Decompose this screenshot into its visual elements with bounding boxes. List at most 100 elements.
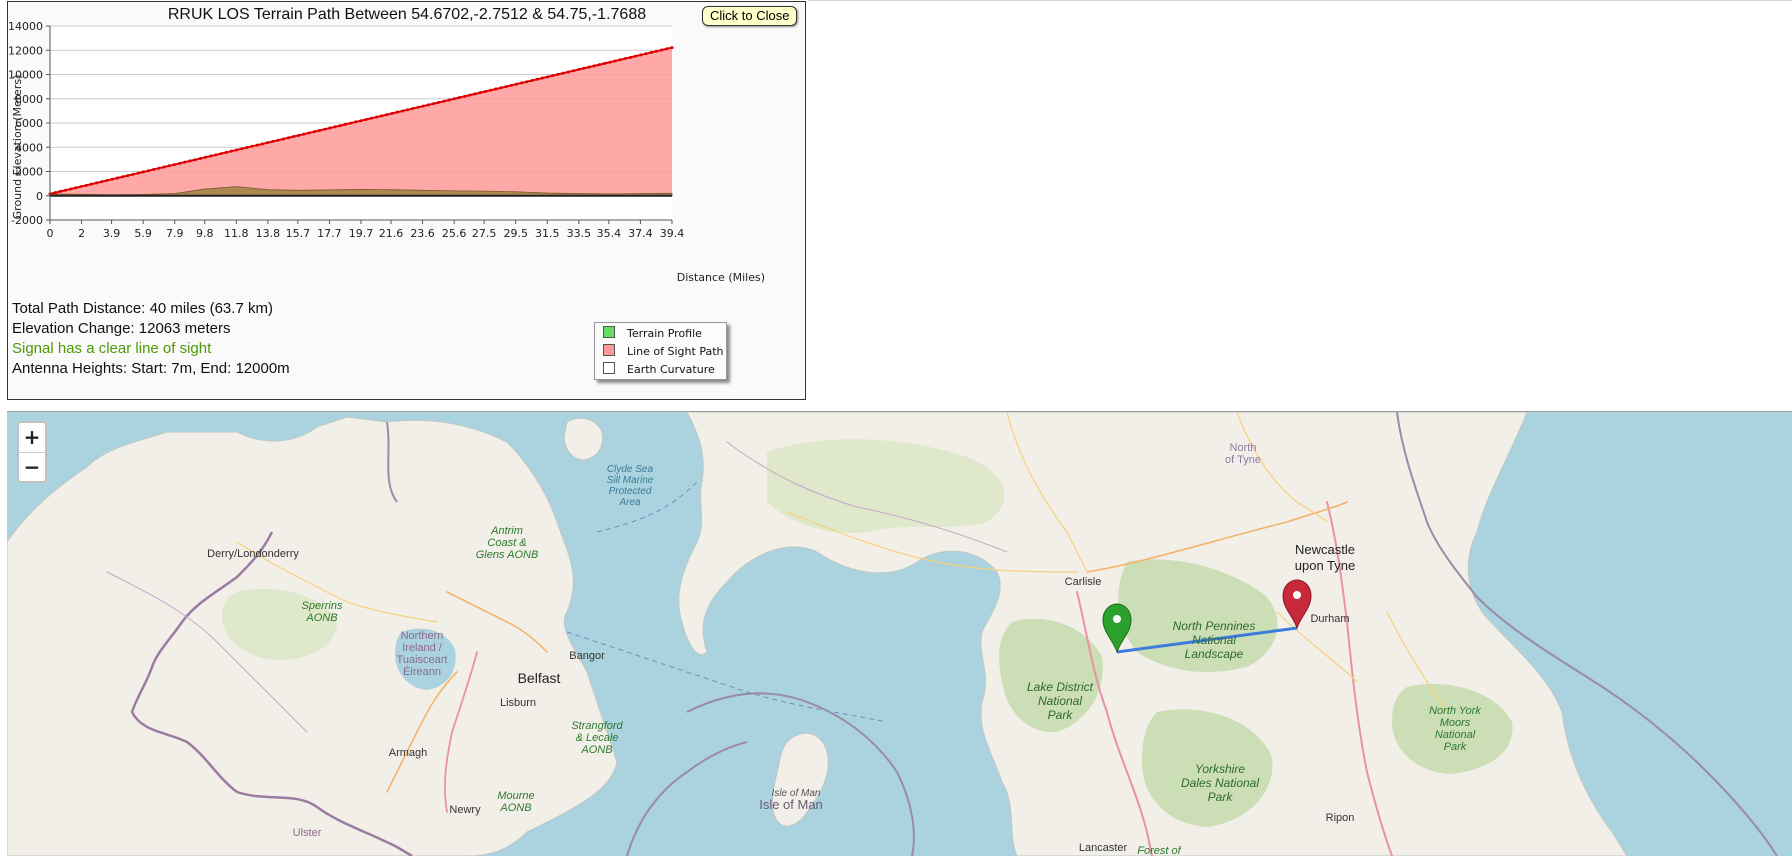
- los-point: [520, 81, 524, 85]
- los-point: [152, 167, 156, 171]
- y-tick-label: 14000: [8, 20, 43, 33]
- los-chart: 14000120001000080006000400020000-2000 02…: [8, 20, 765, 284]
- los-point: [592, 64, 596, 68]
- legend-swatch-curvature: [603, 362, 615, 374]
- los-point: [364, 117, 368, 121]
- los-point: [608, 60, 612, 64]
- map-view[interactable]: Derry/Londonderry Sperrins AONB Northern…: [7, 411, 1792, 856]
- los-point: [406, 108, 410, 112]
- los-point: [219, 152, 223, 156]
- los-point: [302, 132, 306, 136]
- los-point: [209, 154, 213, 158]
- x-tick-label: 5.9: [134, 227, 152, 240]
- x-tick-label: 27.5: [472, 227, 497, 240]
- x-tick-label: 13.8: [256, 227, 281, 240]
- los-point: [178, 161, 182, 165]
- los-point: [74, 186, 78, 190]
- map-label-north-pennines: North Pennines National Landscape: [1172, 619, 1256, 661]
- legend-swatch-los: [603, 344, 615, 356]
- los-point: [69, 187, 73, 191]
- map-label-strangford: Strangford & Lecale AONB: [571, 720, 623, 756]
- map-label-clyde: Clyde Sea Sill Marine Protected Area: [606, 464, 654, 508]
- los-point: [224, 150, 228, 154]
- los-point: [515, 82, 518, 86]
- x-tick-label: 7.9: [166, 227, 184, 240]
- x-tick-label: 11.8: [224, 227, 249, 240]
- map-label-bangor: Bangor: [569, 650, 605, 662]
- signal-status-text: Signal has a clear line of sight: [12, 340, 212, 357]
- los-point: [240, 147, 244, 151]
- zoom-control: + −: [17, 421, 47, 483]
- los-point: [504, 85, 508, 89]
- los-point: [551, 74, 555, 78]
- los-point: [416, 105, 420, 109]
- los-point: [84, 183, 88, 187]
- x-tick-label: 25.6: [442, 227, 467, 240]
- los-point: [437, 100, 441, 104]
- los-point: [266, 141, 270, 145]
- x-tick-label: 31.5: [535, 227, 560, 240]
- los-point: [261, 142, 265, 146]
- los-point: [235, 148, 239, 152]
- los-point: [623, 57, 627, 61]
- map-label-armagh: Armagh: [388, 747, 428, 759]
- los-point: [297, 133, 301, 137]
- los-point: [509, 83, 513, 87]
- y-tick-label: 0: [36, 190, 43, 203]
- los-point: [349, 121, 353, 125]
- los-point: [89, 182, 93, 186]
- los-point: [79, 185, 83, 189]
- los-point: [245, 146, 249, 150]
- page-top-border: [808, 0, 1792, 1]
- los-point: [457, 96, 461, 100]
- los-point: [473, 92, 477, 96]
- los-point: [525, 80, 529, 84]
- los-point: [250, 144, 254, 148]
- los-point: [582, 66, 586, 70]
- los-point: [478, 91, 482, 95]
- los-point: [618, 58, 622, 62]
- los-point: [561, 71, 565, 75]
- map-label-derry: Derry/Londonderry: [207, 548, 299, 560]
- los-point: [121, 175, 125, 179]
- x-tick-label: 3.9: [103, 227, 121, 240]
- los-point: [494, 87, 498, 91]
- x-tick-label: 2: [78, 227, 85, 240]
- zoom-in-button[interactable]: +: [19, 423, 45, 453]
- y-tick-label: 12000: [8, 44, 43, 57]
- los-point: [629, 55, 633, 59]
- los-panel: RRUK LOS Terrain Path Between 54.6702,-2…: [7, 1, 806, 400]
- map-label-newry: Newry: [449, 804, 481, 816]
- los-point: [188, 159, 192, 163]
- legend-swatch-terrain: [603, 326, 615, 338]
- x-tick-labels: 0 2 3.9 5.9 7.9 9.8 11.8 13.8 15.7 17.7 19.7 21.6 23…: [47, 227, 685, 240]
- los-point: [167, 164, 171, 168]
- map-label-antrim: Antrim Coast & Glens AONB: [475, 525, 539, 561]
- zoom-out-button[interactable]: −: [19, 453, 45, 482]
- land-island-arran: [563, 417, 604, 461]
- los-point: [343, 122, 347, 126]
- antenna-heights-text: Antenna Heights: Start: 7m, End: 12000m: [12, 360, 290, 377]
- los-point: [426, 103, 430, 107]
- los-point: [100, 180, 104, 184]
- los-point: [535, 77, 539, 81]
- los-point: [115, 176, 119, 180]
- los-point: [204, 155, 207, 159]
- los-point: [395, 110, 399, 114]
- x-tick-label: 33.5: [567, 227, 592, 240]
- los-point: [447, 98, 451, 102]
- los-point: [530, 78, 534, 82]
- map-tiles[interactable]: [7, 412, 1792, 856]
- legend-label-los: Line of Sight Path: [627, 345, 724, 358]
- map-label-newcastle: Newcastle upon Tyne: [1294, 542, 1356, 573]
- x-tick-label: 15.7: [286, 227, 311, 240]
- los-point: [483, 89, 487, 93]
- los-point: [587, 65, 591, 69]
- los-point: [307, 131, 311, 135]
- map-label-north-of-tyne: North of Tyne: [1225, 442, 1261, 466]
- los-point: [468, 93, 472, 97]
- x-tick-label: 23.6: [410, 227, 435, 240]
- los-point: [105, 178, 109, 182]
- los-point: [577, 68, 581, 72]
- los-point: [400, 109, 404, 113]
